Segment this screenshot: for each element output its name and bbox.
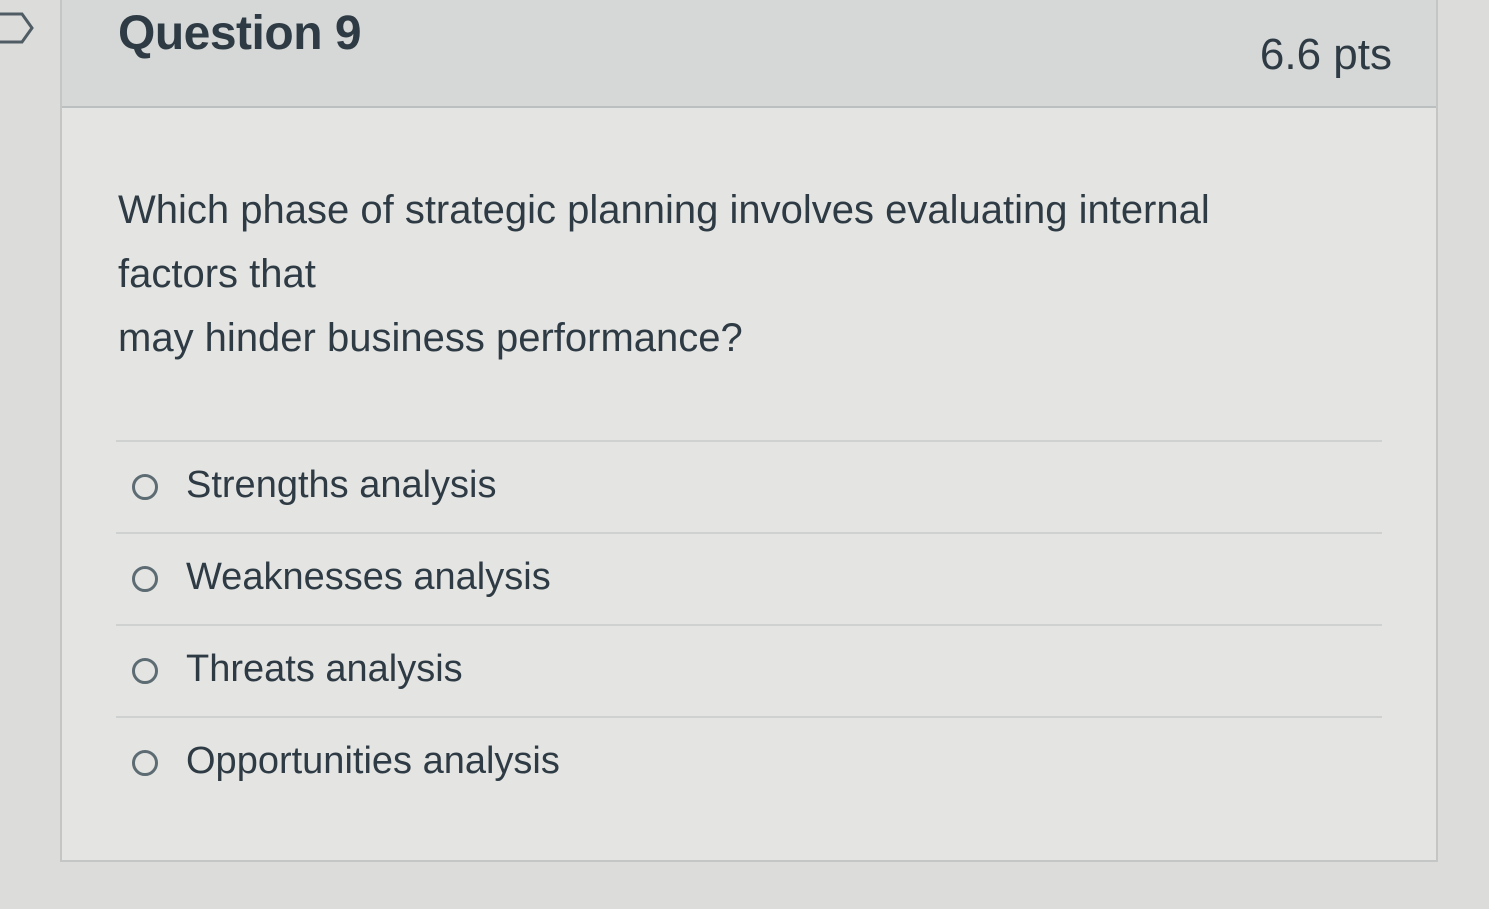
- question-text-line: factors that: [118, 252, 316, 296]
- question-card: Question 9 6.6 pts Which phase of strate…: [60, 0, 1438, 862]
- answer-option-opportunities[interactable]: Opportunities analysis: [116, 718, 1382, 810]
- question-text-line: Which phase of strategic planning involv…: [118, 188, 1210, 232]
- question-points: 6.6 pts: [1259, 30, 1392, 79]
- radio-button-icon[interactable]: [132, 658, 158, 684]
- answer-label[interactable]: Threats analysis: [186, 648, 463, 691]
- radio-button-icon[interactable]: [132, 566, 158, 592]
- answer-label[interactable]: Weaknesses analysis: [186, 556, 551, 599]
- answer-label[interactable]: Strengths analysis: [186, 464, 497, 507]
- question-text-line: may hinder business performance?: [118, 316, 743, 360]
- answer-option-threats[interactable]: Threats analysis: [116, 626, 1382, 718]
- question-text: Which phase of strategic planning involv…: [118, 178, 1358, 370]
- answer-list: Strengths analysis Weaknesses analysis T…: [116, 440, 1382, 810]
- answer-option-strengths[interactable]: Strengths analysis: [116, 442, 1382, 534]
- bookmark-flag-icon[interactable]: [0, 8, 38, 48]
- radio-button-icon[interactable]: [132, 750, 158, 776]
- answer-label[interactable]: Opportunities analysis: [186, 740, 560, 783]
- question-header: Question 9 6.6 pts: [62, 0, 1436, 108]
- answer-option-weaknesses[interactable]: Weaknesses analysis: [116, 534, 1382, 626]
- question-title: Question 9: [118, 7, 362, 60]
- radio-button-icon[interactable]: [132, 474, 158, 500]
